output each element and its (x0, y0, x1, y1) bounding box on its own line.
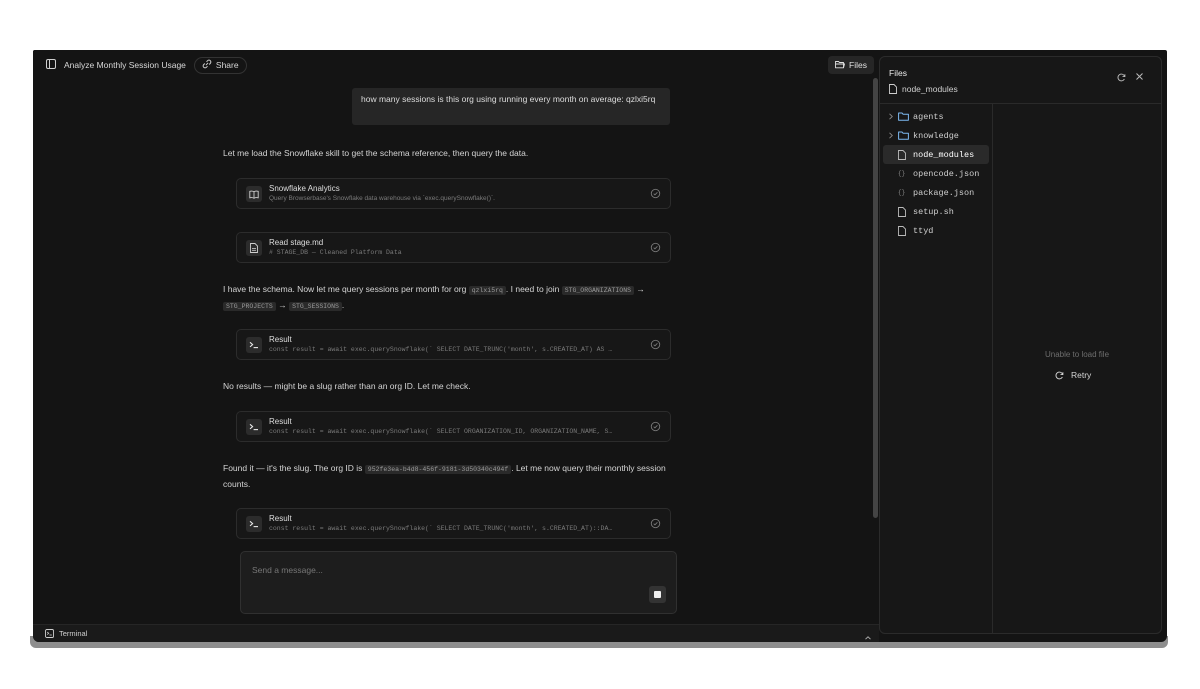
result-card[interactable]: Result const result = await exec.querySn… (236, 329, 671, 360)
stop-icon (654, 591, 661, 598)
table-chip: STG_ORGANIZATIONS (561, 286, 634, 295)
user-message: how many sessions is this org using runn… (352, 88, 670, 125)
tree-file-opencode-json[interactable]: {} opencode.json (883, 164, 989, 183)
files-panel: Files node_modules agents knowledge node… (879, 56, 1162, 634)
check-circle-icon (650, 242, 661, 253)
skill-card[interactable]: Snowflake Analytics Query Browserbase's … (236, 178, 671, 209)
file-icon (898, 206, 911, 217)
top-bar: Analyze Monthly Session Usage Share File… (33, 50, 875, 80)
retry-icon (1055, 371, 1064, 379)
card-title: Snowflake Analytics (269, 184, 340, 193)
page-title: Analyze Monthly Session Usage (64, 60, 186, 70)
tree-file-node-modules[interactable]: node_modules (883, 145, 989, 164)
card-subtitle: Query Browserbase's Snowflake data wareh… (269, 195, 495, 202)
app-window: Analyze Monthly Session Usage Share File… (33, 50, 1167, 642)
stop-button[interactable] (649, 586, 666, 603)
arrow-text: → (278, 300, 287, 310)
tree-item-label: setup.sh (913, 206, 954, 217)
message-composer[interactable]: Send a message... (240, 551, 677, 614)
tree-item-label: agents (913, 111, 944, 122)
tree-file-package-json[interactable]: {} package.json (883, 183, 989, 202)
chevron-right-icon (888, 113, 898, 120)
divider (880, 103, 1161, 104)
text-segment: Found it — it's the slug. The org ID is (223, 463, 363, 473)
read-file-card[interactable]: Read stage.md # STAGE_DB — Cleaned Platf… (236, 232, 671, 263)
retry-button[interactable]: Retry (1055, 370, 1091, 380)
share-label: Share (215, 60, 239, 70)
assistant-text: I have the schema. Now let me query sess… (223, 282, 671, 314)
json-file-icon: {} (898, 170, 906, 177)
terminal-bar[interactable]: Terminal (33, 624, 879, 642)
file-icon (898, 149, 911, 160)
arrow-text: → (636, 284, 645, 294)
folder-open-icon (835, 60, 846, 71)
chevron-up-icon[interactable] (864, 629, 872, 642)
tree-file-ttyd[interactable]: ttyd (883, 221, 989, 240)
file-text-icon (246, 240, 262, 256)
table-chip: STG_PROJECTS (223, 302, 276, 311)
current-file-name: node_modules (902, 84, 958, 94)
table-chip: STG_SESSIONS (289, 302, 342, 311)
tree-folder-knowledge[interactable]: knowledge (883, 126, 989, 145)
check-circle-icon (650, 188, 661, 199)
result-card[interactable]: Result const result = await exec.querySn… (236, 411, 671, 442)
retry-label: Retry (1071, 370, 1092, 380)
card-title: Read stage.md (269, 238, 324, 247)
tree-item-label: opencode.json (913, 168, 980, 179)
file-icon (889, 84, 897, 94)
tree-item-label: ttyd (913, 225, 934, 236)
terminal-label: Terminal (59, 629, 88, 638)
check-circle-icon (650, 339, 661, 350)
card-subtitle: # STAGE_DB — Cleaned Platform Data (269, 249, 402, 256)
files-panel-title: Files (889, 68, 907, 78)
text-segment: . (341, 300, 345, 310)
book-icon (246, 186, 262, 202)
current-file-path: node_modules (889, 84, 958, 94)
tree-folder-agents[interactable]: agents (883, 107, 989, 126)
json-file-icon: {} (898, 189, 906, 196)
check-circle-icon (650, 421, 661, 432)
files-label: Files (849, 60, 867, 70)
tree-item-label: package.json (913, 187, 975, 198)
terminal-prompt-icon (246, 419, 262, 435)
chat-scrollbar[interactable] (873, 78, 878, 518)
text-segment: . I need to join (505, 284, 560, 294)
sidebar-toggle-icon[interactable] (46, 56, 56, 74)
assistant-text: Found it — it's the slug. The org ID is … (223, 461, 671, 492)
card-title: Result (269, 335, 292, 344)
file-tree: agents knowledge node_modules {} opencod… (883, 107, 989, 240)
close-icon[interactable] (1135, 68, 1144, 86)
folder-icon (898, 131, 911, 140)
link-icon (202, 59, 212, 71)
terminal-prompt-icon (246, 337, 262, 353)
chevron-right-icon (888, 132, 898, 139)
card-title: Result (269, 417, 292, 426)
terminal-icon (45, 629, 54, 638)
card-title: Result (269, 514, 292, 523)
title-area: Analyze Monthly Session Usage Share (46, 56, 247, 74)
tree-file-setup-sh[interactable]: setup.sh (883, 202, 989, 221)
tree-item-label: node_modules (913, 149, 975, 160)
org-slug-chip: qzlxi5rq (468, 286, 506, 295)
file-load-error: Unable to load file (1044, 350, 1110, 359)
terminal-prompt-icon (246, 516, 262, 532)
files-button[interactable]: Files (828, 56, 874, 74)
divider (992, 104, 993, 634)
check-circle-icon (650, 518, 661, 529)
tree-item-label: knowledge (913, 130, 959, 141)
chat-pane: Analyze Monthly Session Usage Share File… (33, 50, 878, 624)
folder-icon (898, 112, 911, 121)
file-icon (898, 225, 911, 236)
card-subtitle: const result = await exec.querySnowflake… (269, 428, 613, 435)
text-segment: I have the schema. Now let me query sess… (223, 284, 467, 294)
result-card[interactable]: Result const result = await exec.querySn… (236, 508, 671, 539)
assistant-text: No results — might be a slug rather than… (223, 381, 471, 391)
card-subtitle: const result = await exec.querySnowflake… (269, 525, 613, 532)
org-id-chip: 952fe3ea-b4d8-456f-9181-3d50340c494f (364, 465, 512, 474)
assistant-text: Let me load the Snowflake skill to get t… (223, 148, 529, 158)
card-subtitle: const result = await exec.querySnowflake… (269, 346, 613, 353)
message-input-placeholder[interactable]: Send a message... (252, 565, 323, 575)
refresh-icon[interactable] (1117, 69, 1126, 87)
share-button[interactable]: Share (193, 56, 247, 74)
